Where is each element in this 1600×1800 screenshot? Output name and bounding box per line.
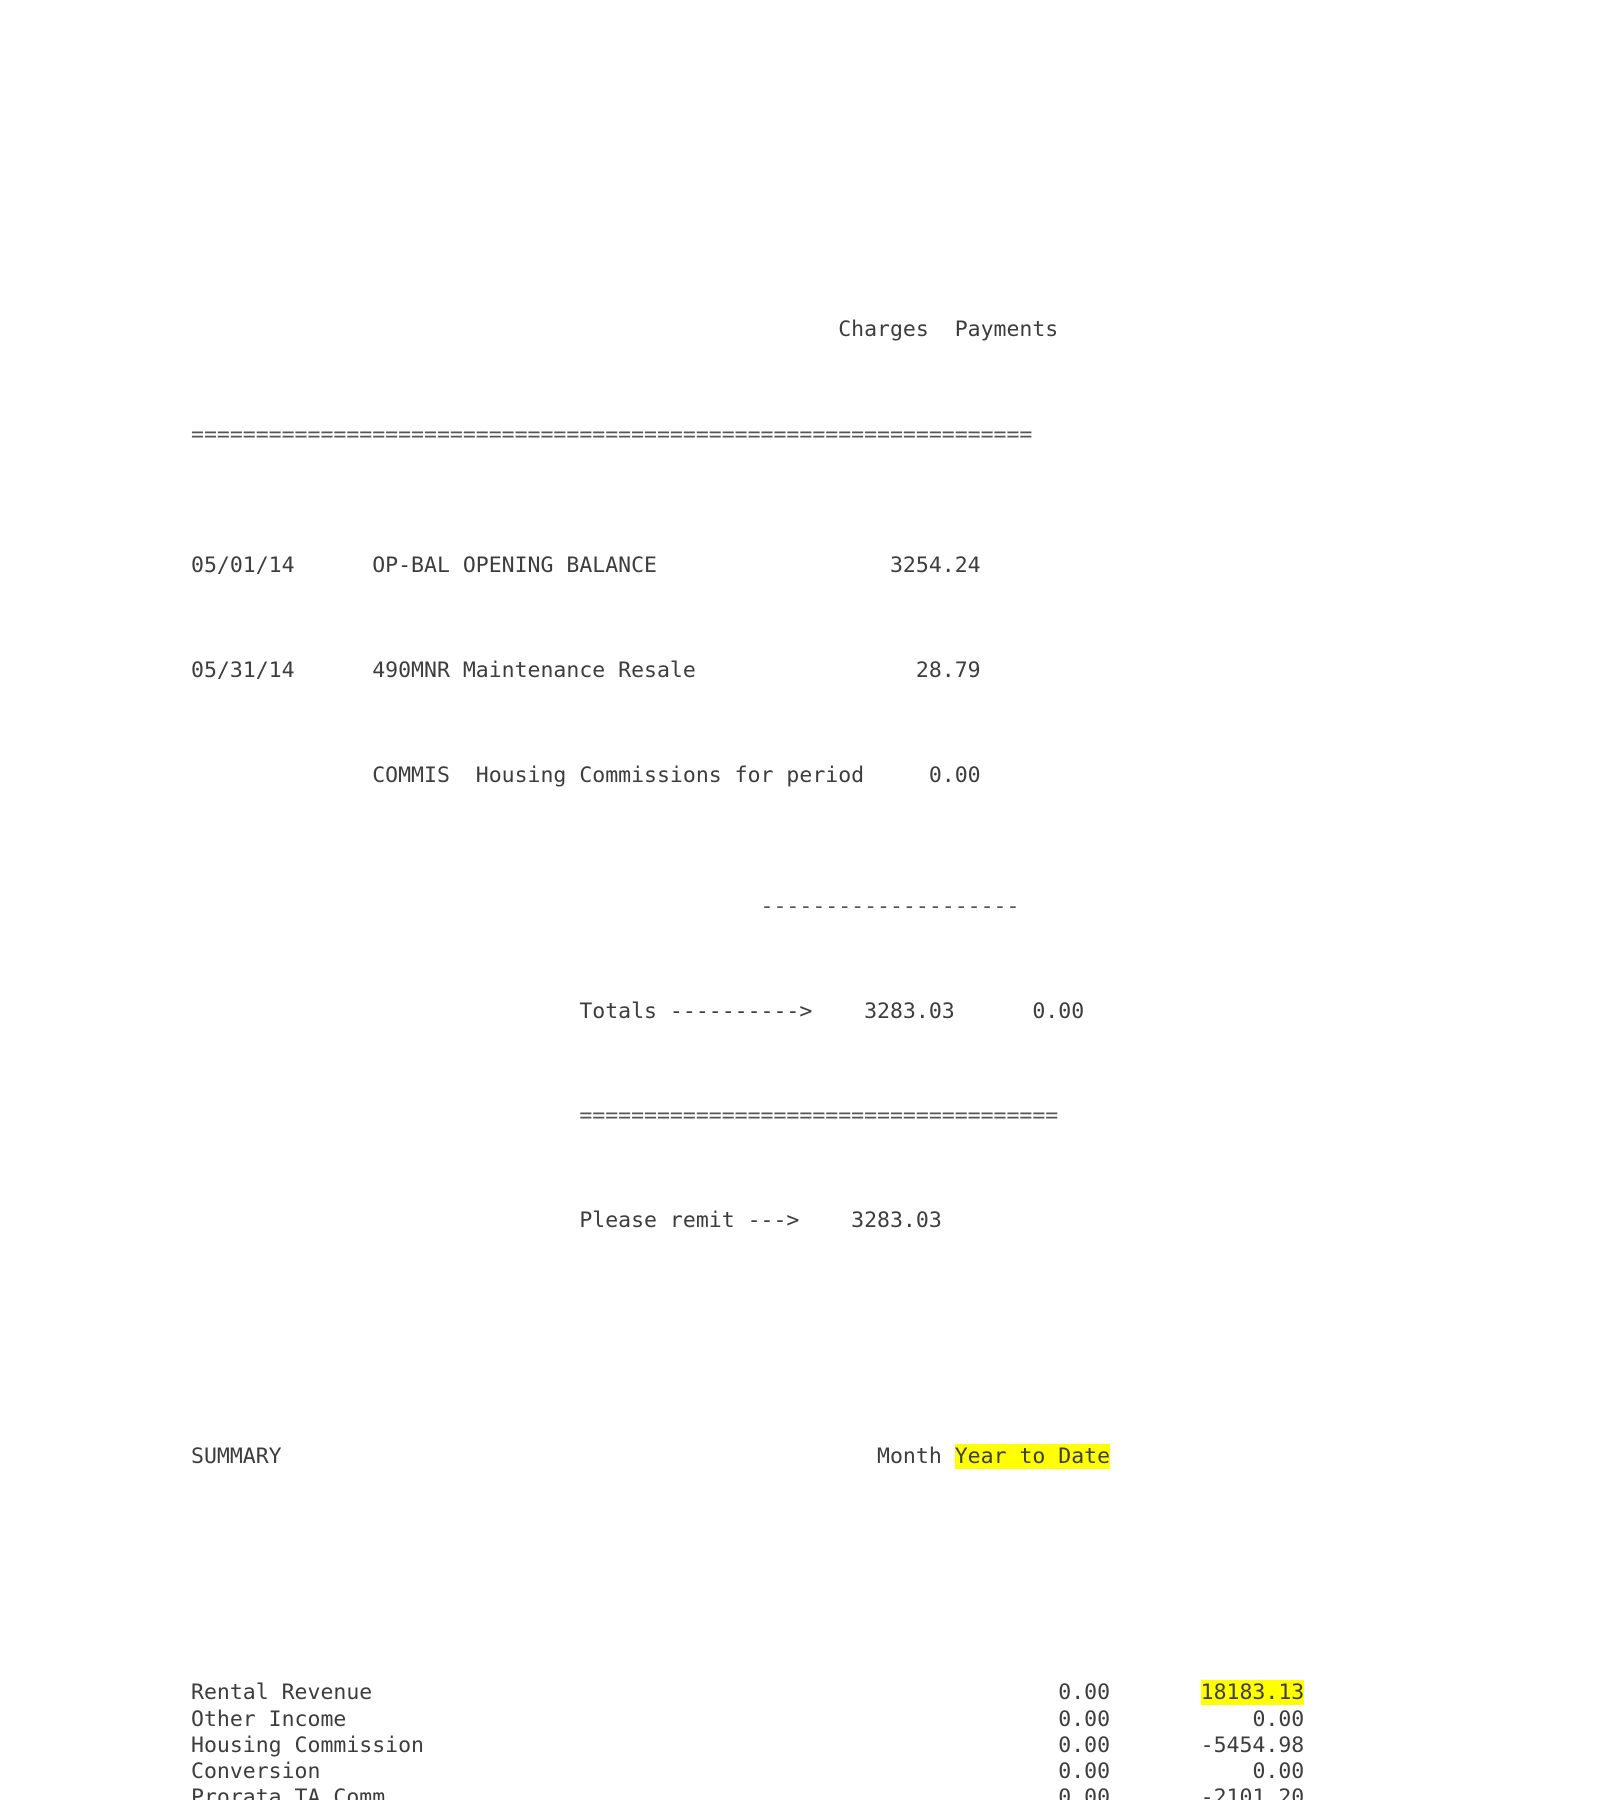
summary-row-ytd-value: 18183.13 xyxy=(1200,1680,1305,1706)
summary-row-ytd-pad xyxy=(1110,1707,1252,1732)
ledger-row: 05/01/14 OP-BAL OPENING BALANCE 3254.24 xyxy=(191,553,1304,579)
summary-row: Prorata TA Comm 0.00 -2101.20 xyxy=(191,1785,1304,1800)
ledger-row: 05/31/14 490MNR Maintenance Resale 28.79 xyxy=(191,658,1304,684)
summary-title: SUMMARY xyxy=(191,1444,878,1470)
ledger-column-headers: Charges Payments xyxy=(191,317,1304,343)
ledger-row: COMMIS Housing Commissions for period 0.… xyxy=(191,763,1304,789)
ledger-top-rule: ========================================… xyxy=(191,422,1304,448)
ledger-totals-row: Totals ----------> 3283.03 0.00 xyxy=(191,999,1304,1025)
ledger-bottom-rule: ===================================== xyxy=(191,1103,1304,1129)
summary-row-month-value: 0.00 xyxy=(915,1758,1111,1784)
summary-row-label: Other Income xyxy=(191,1706,916,1732)
summary-row-ytd-value: -5454.98 xyxy=(1200,1732,1305,1758)
ledger-remit-text: Please remit ---> 3283.03 xyxy=(191,1208,942,1234)
summary-row-ytd-pad xyxy=(1110,1680,1201,1705)
summary-header: SUMMARY Month Year to Date xyxy=(191,1444,1304,1470)
summary-row-month-value: 0.00 xyxy=(915,1680,1111,1706)
summary-row: Rental Revenue 0.00 18183.13 xyxy=(191,1680,1305,1706)
ledger-bottom-rule-text: ===================================== xyxy=(191,1103,1059,1129)
summary-row-ytd-value: 0.00 xyxy=(1252,1706,1305,1732)
top-margin xyxy=(191,79,1304,213)
owner-statement-report: Charges Payments =======================… xyxy=(191,0,1305,1800)
summary-row: Conversion 0.00 0.00 xyxy=(191,1759,1304,1785)
summary-spacer xyxy=(191,1313,1304,1340)
ledger-remit-row: Please remit ---> 3283.03 xyxy=(191,1208,1304,1234)
summary-rows: Rental Revenue 0.00 18183.13 Other Income… xyxy=(191,1680,1305,1800)
summary-row-ytd-pad xyxy=(1110,1759,1252,1784)
summary-row-month-value: 0.00 xyxy=(915,1732,1111,1758)
summary-row-label: Rental Revenue xyxy=(191,1680,916,1706)
summary-month-column-header: Month xyxy=(877,1444,942,1470)
summary-row-month-value: 0.00 xyxy=(915,1785,1111,1800)
summary-row: Housing Commission 0.00 -5454.98 xyxy=(191,1733,1304,1759)
summary-row-label: Prorata TA Comm xyxy=(191,1785,916,1800)
summary-ytd-column-header: Year to Date xyxy=(954,1444,1111,1470)
summary-header-gap xyxy=(942,1444,955,1469)
ledger-top-rule-text: ========================================… xyxy=(191,422,1033,448)
ledger-dash-rule: -------------------- xyxy=(191,894,1304,920)
summary-row-month-value: 0.00 xyxy=(915,1706,1111,1732)
summary-rows-spacer xyxy=(191,1549,1304,1576)
ledger-row-text: 05/01/14 OP-BAL OPENING BALANCE 3254.24 xyxy=(191,553,981,579)
ledger-header-text: Charges Payments xyxy=(191,317,1059,343)
summary-row: Other Income 0.00 0.00 xyxy=(191,1707,1304,1733)
summary-row-ytd-value: 0.00 xyxy=(1252,1758,1305,1784)
summary-row-label: Housing Commission xyxy=(191,1732,916,1758)
summary-row-ytd-pad xyxy=(1110,1733,1201,1758)
ledger-row-text: COMMIS Housing Commissions for period 0.… xyxy=(191,762,981,788)
ledger-dash-rule-text: -------------------- xyxy=(191,893,1020,919)
summary-row-label: Conversion xyxy=(191,1758,916,1784)
summary-row-ytd-value: -2101.20 xyxy=(1200,1785,1305,1800)
ledger-row-text: 05/31/14 490MNR Maintenance Resale 28.79 xyxy=(191,658,981,684)
ledger-totals-text: Totals ----------> 3283.03 0.00 xyxy=(191,998,1085,1024)
summary-row-ytd-pad xyxy=(1110,1785,1201,1800)
